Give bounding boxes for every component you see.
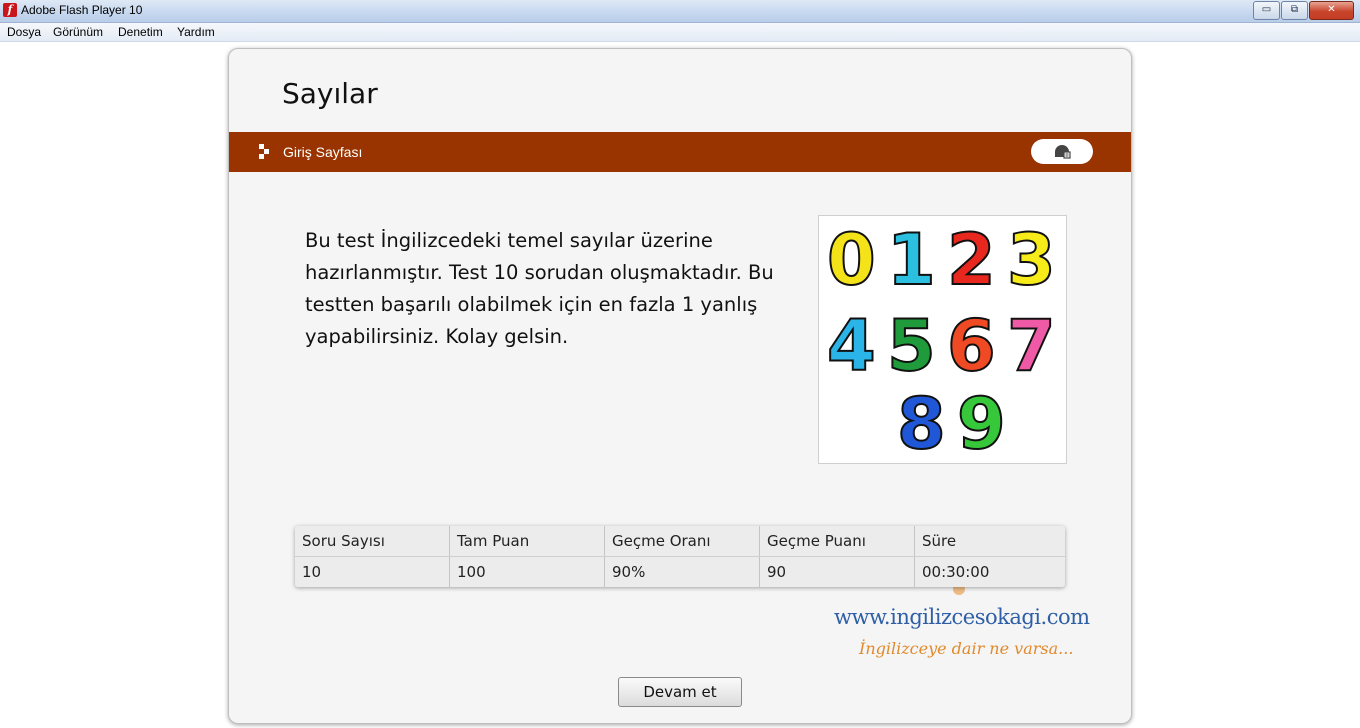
menu-gorunum[interactable]: Görünüm <box>53 25 103 39</box>
header-pass-score: Geçme Puanı <box>759 526 915 557</box>
navigation-bar: Giriş Sayfası <box>229 132 1131 172</box>
digit-1: 1 <box>886 219 937 301</box>
content-card: Sayılar Giriş Sayfası Bu test İngilizced… <box>228 48 1132 724</box>
watermark-slogan: İngilizceye dair ne varsa... <box>859 639 1074 658</box>
page-title: Sayılar <box>282 77 378 110</box>
digit-8: 8 <box>896 383 947 465</box>
menu-dosya[interactable]: Dosya <box>7 25 41 39</box>
exit-button[interactable] <box>1031 139 1093 164</box>
digit-5: 5 <box>886 305 937 387</box>
menu-yardim[interactable]: Yardım <box>177 25 215 39</box>
window-controls: ▭ ⧉ ✕ <box>1252 1 1354 20</box>
window-title-bar: f Adobe Flash Player 10 ▭ ⧉ ✕ <box>0 0 1360 23</box>
continue-button[interactable]: Devam et <box>618 677 742 707</box>
digit-9: 9 <box>956 383 1007 465</box>
restore-button[interactable]: ⧉ <box>1281 1 1308 20</box>
close-button[interactable]: ✕ <box>1309 1 1354 20</box>
test-description: Bu test İngilizcedeki temel sayılar üzer… <box>305 229 774 348</box>
menu-bar: Dosya Görünüm Denetim Yardım <box>0 23 1360 42</box>
digit-2: 2 <box>946 219 997 301</box>
table-row: 10 100 90% 90 00:30:00 <box>295 556 1065 587</box>
value-pass-score: 90 <box>759 556 915 587</box>
test-info-table: Soru Sayısı Tam Puan Geçme Oranı Geçme P… <box>295 526 1065 587</box>
window-title: Adobe Flash Player 10 <box>21 3 143 17</box>
digit-7: 7 <box>1006 305 1057 387</box>
numbers-illustration: 0 1 2 3 4 5 6 7 8 9 <box>818 215 1067 464</box>
flash-player-icon: f <box>3 3 17 17</box>
digit-4: 4 <box>826 305 877 387</box>
header-question-count: Soru Sayısı <box>295 526 450 557</box>
digit-3: 3 <box>1006 219 1057 301</box>
menu-denetim[interactable]: Denetim <box>118 25 163 39</box>
minimize-button[interactable]: ▭ <box>1253 1 1280 20</box>
digit-0: 0 <box>826 219 877 301</box>
header-full-score: Tam Puan <box>449 526 605 557</box>
value-pass-rate: 90% <box>604 556 760 587</box>
header-duration: Süre <box>914 526 1065 557</box>
exit-icon <box>1055 145 1071 159</box>
value-duration: 00:30:00 <box>922 563 990 581</box>
value-question-count: 10 <box>295 556 450 587</box>
nav-home-link[interactable]: Giriş Sayfası <box>283 144 362 160</box>
watermark-url: www.ingilizcesokagi.com <box>834 605 1090 629</box>
header-pass-rate: Geçme Oranı <box>604 526 760 557</box>
digit-6: 6 <box>946 305 997 387</box>
nav-arrow-icon <box>259 144 271 160</box>
table-header-row: Soru Sayısı Tam Puan Geçme Oranı Geçme P… <box>295 526 1065 557</box>
value-full-score: 100 <box>449 556 605 587</box>
